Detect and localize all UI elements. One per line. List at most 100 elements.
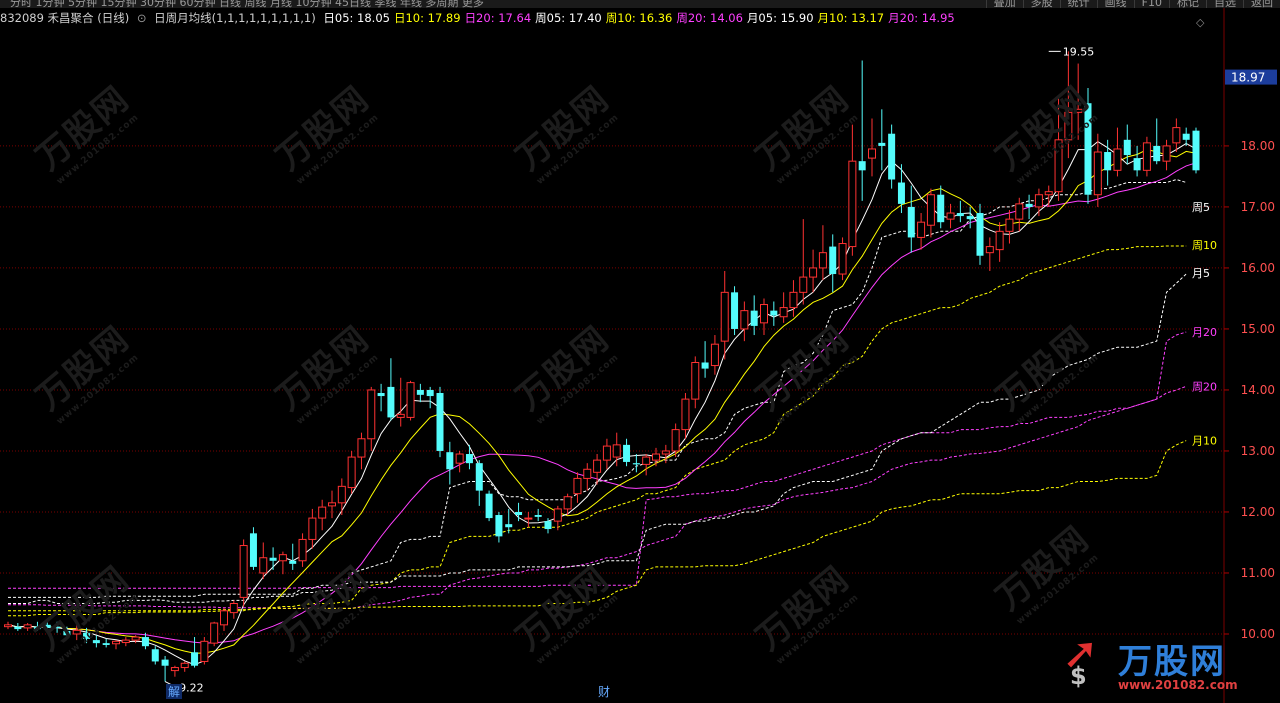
candle (298, 533, 307, 567)
candle-body (298, 538, 307, 562)
candle (868, 118, 876, 177)
logo-brand: 万股网 (1118, 642, 1226, 682)
candle-body (475, 463, 483, 491)
indicator-name[interactable]: 日周月均线(1,1,1,1,1,1,1,1,1) (154, 11, 316, 25)
candle-body (710, 343, 719, 367)
ma-value: 周10: 16.36 (605, 11, 673, 25)
candle (220, 608, 228, 631)
candle (475, 460, 483, 506)
ma-values: 日05: 18.05 日10: 17.89 日20: 17.64 周05: 17.40… (323, 11, 958, 25)
candle-body (544, 521, 552, 530)
candle-body (465, 454, 473, 464)
candle (121, 637, 130, 647)
candle (779, 292, 788, 323)
axis-tick-label: 17.00 (1241, 200, 1275, 214)
axis-tick-label: 14.00 (1241, 383, 1275, 397)
toolbar-button[interactable]: 返回 (1243, 0, 1280, 8)
candle-body (779, 307, 788, 318)
candle (848, 124, 857, 256)
toolbar-button[interactable]: 多股 (1022, 0, 1060, 8)
candle-body (553, 508, 562, 522)
candle-body (1172, 127, 1181, 144)
candle-body (337, 485, 346, 504)
toolbar-button[interactable]: 叠加 (985, 0, 1023, 8)
candle-body (593, 459, 602, 473)
candle (269, 547, 277, 570)
candle (485, 490, 493, 522)
candle-body (720, 291, 729, 342)
candle-body (642, 456, 651, 465)
candle-body (92, 640, 100, 644)
toolbar-button[interactable]: 自选 (1206, 0, 1243, 8)
ma-value: 周05: 17.40 (535, 11, 602, 25)
candle (102, 638, 110, 648)
candle-body (956, 213, 964, 217)
candle (387, 358, 395, 421)
ma-value: 日10: 17.89 (393, 11, 461, 25)
candle-body (347, 456, 356, 489)
candle (642, 454, 651, 476)
candle (229, 600, 238, 619)
candle-body (661, 450, 670, 455)
candle (897, 164, 905, 214)
candle-body (289, 560, 297, 564)
candle-body (239, 545, 248, 598)
candle (347, 450, 356, 494)
candle-body (14, 626, 22, 630)
candle (985, 237, 994, 271)
period-menu[interactable]: 分时 1分钟 5分钟 15分钟 30分钟 60分钟 日线 周线 月线 10分钟 … (10, 0, 484, 8)
candle (278, 551, 287, 575)
diamond-icon: ◇ (1196, 16, 1205, 29)
ma-value: 月10: 13.17 (817, 11, 885, 25)
candle-body (583, 468, 592, 479)
candle-body (563, 496, 572, 510)
toolbar-button[interactable]: 标记 (1169, 0, 1206, 8)
candle-body (701, 362, 709, 369)
candle (328, 490, 336, 519)
toolbar-button[interactable]: F10 (1133, 0, 1169, 8)
candle (995, 222, 1004, 262)
ma-value: 周20: 14.06 (676, 11, 743, 25)
candle-body (4, 624, 12, 628)
candle (937, 185, 945, 229)
candle (1192, 127, 1200, 174)
candle (416, 383, 424, 403)
candle-body (809, 267, 818, 278)
stock-title: 832089 禾昌聚合 (日线) (0, 11, 130, 25)
candle-body (426, 389, 434, 397)
candle (259, 542, 268, 580)
toolbar-buttons: 叠加 多股 统计 画线 F10 标记 自选 返回 (985, 0, 1280, 8)
candle-body (269, 557, 277, 561)
candle-body (180, 662, 189, 669)
candle-body (976, 213, 984, 256)
ma-right-label: 月20 (1192, 326, 1217, 339)
current-price-label: 18.97 (1231, 71, 1265, 85)
ma-value: 日05: 18.05 (323, 11, 390, 25)
candle (818, 225, 827, 281)
candle (632, 454, 640, 473)
candle-body (308, 517, 317, 540)
candle (1162, 139, 1171, 171)
candle-body (259, 557, 268, 574)
candle-body (524, 517, 533, 520)
candle (465, 444, 473, 470)
candle-body (1005, 218, 1014, 232)
brand-logo: ➚ $ 万股网 www.201082.com (1060, 628, 1260, 698)
candle-body (249, 533, 257, 567)
candle-body (455, 453, 464, 464)
candle (612, 432, 621, 467)
candle-body (377, 393, 385, 397)
candle-body (170, 667, 179, 672)
candle (926, 188, 935, 238)
toolbar-button[interactable]: 画线 (1096, 0, 1134, 8)
gear-icon[interactable]: ⊙ (137, 11, 147, 25)
candle (505, 508, 513, 534)
axis-tick-label: 11.00 (1241, 566, 1275, 580)
event-label-finance: 财 (598, 685, 610, 699)
candle-body (151, 649, 159, 662)
candle (357, 432, 366, 470)
toolbar-button[interactable]: 统计 (1059, 0, 1097, 8)
event-label-unlock: 解 (168, 685, 180, 699)
candle-body (917, 221, 926, 238)
candle-body (102, 643, 110, 645)
